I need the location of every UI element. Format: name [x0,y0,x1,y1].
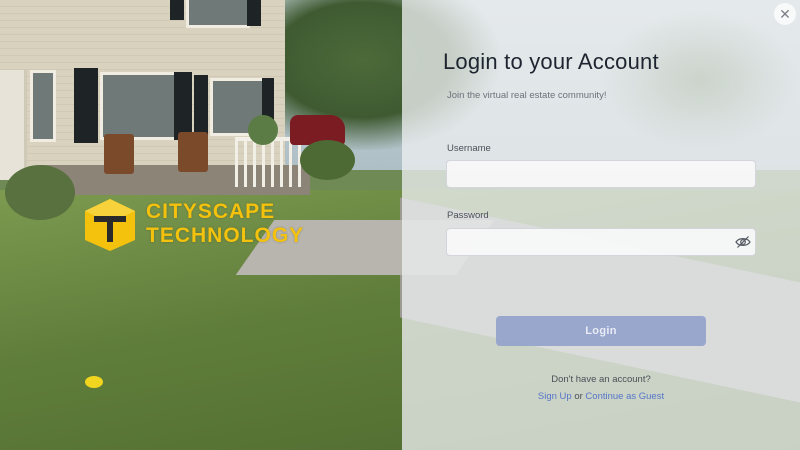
window [100,72,178,140]
eye-slash-icon[interactable] [735,235,751,249]
bush [248,115,278,145]
brand-line-1: CITYSCAPE [146,200,276,223]
login-button[interactable]: Login [496,316,706,346]
signup-link[interactable]: Sign Up [538,391,572,402]
username-input[interactable] [446,160,756,188]
page-title: Login to your Account [443,49,659,74]
shutter [174,72,192,140]
password-label: Password [447,210,489,221]
page-subtitle: Join the virtual real estate community! [447,90,607,101]
shutter [170,0,184,20]
flower [85,376,103,388]
password-input[interactable] [446,228,756,256]
shutter [194,75,208,135]
no-account-text: Don't have an account? [551,374,651,385]
shutter [74,68,98,143]
bush [5,165,75,220]
door [0,70,27,180]
bush [300,140,355,180]
close-icon[interactable]: ✕ [774,3,796,25]
username-label: Username [447,143,491,154]
chair [178,132,208,172]
or-text: or [574,391,586,402]
window [30,70,56,142]
shutter [247,0,261,26]
guest-link[interactable]: Continue as Guest [585,391,664,402]
brand-name: CITYSCAPE TECHNOLOGY [146,200,304,248]
chair [104,134,134,174]
cube-logo-icon [85,199,135,251]
window [186,0,250,28]
brand-line-2: TECHNOLOGY [146,224,305,247]
account-links: Sign Up or Continue as Guest [402,391,800,402]
brand-logo: CITYSCAPE TECHNOLOGY [82,196,304,252]
